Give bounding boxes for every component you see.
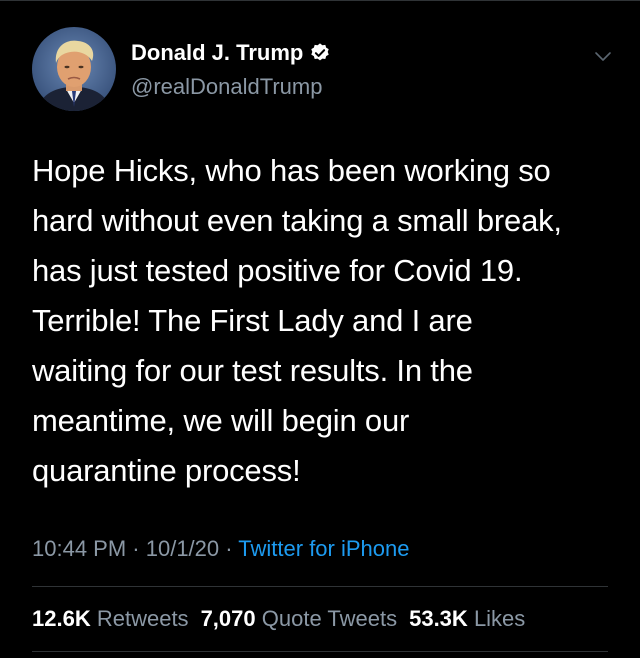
author-display-name[interactable]: Donald J. Trump: [131, 40, 303, 66]
quote-tweets-count: 7,070: [200, 606, 256, 631]
author-handle[interactable]: @realDonaldTrump: [131, 74, 322, 100]
tweet-text: Hope Hicks, who has been working so hard…: [32, 146, 622, 496]
tweet-time[interactable]: 10:44 PM: [32, 536, 126, 561]
stats-bottom-divider: [32, 651, 608, 652]
tweet-date[interactable]: 10/1/20: [146, 536, 219, 561]
retweets-label: Retweets: [96, 606, 189, 631]
tweet-stats: 12.6K Retweets 7,070 Quote Tweets 53.3K …: [32, 606, 525, 632]
quote-tweets-label: Quote Tweets: [261, 606, 398, 631]
meta-separator: ·: [126, 536, 146, 561]
meta-separator: ·: [219, 536, 239, 561]
tweet-source-link[interactable]: Twitter for iPhone: [238, 536, 409, 561]
tweet-line: quarantine process!: [32, 453, 301, 488]
likes-count: 53.3K: [409, 606, 468, 631]
stats-top-divider: [32, 586, 608, 587]
avatar[interactable]: [32, 27, 116, 111]
tweet-line: has just tested positive for Covid 19.: [32, 253, 523, 288]
likes-label: Likes: [473, 606, 526, 631]
verified-badge-icon: [309, 42, 331, 64]
tweet-line: meantime, we will begin our: [32, 403, 410, 438]
tweet-line: hard without even taking a small break,: [32, 203, 562, 238]
tweet-line: waiting for our test results. In the: [32, 353, 473, 388]
tweet-line: Hope Hicks, who has been working so: [32, 153, 551, 188]
quote-tweets-stat[interactable]: 7,070 Quote Tweets: [201, 606, 398, 632]
likes-stat[interactable]: 53.3K Likes: [409, 606, 525, 632]
retweets-count: 12.6K: [32, 606, 91, 631]
tweet-meta: 10:44 PM · 10/1/20 · Twitter for iPhone: [32, 536, 409, 562]
author-name-row: Donald J. Trump: [131, 40, 331, 66]
chevron-down-icon[interactable]: [593, 47, 613, 67]
top-divider: [0, 0, 640, 1]
tweet-line: Terrible! The First Lady and I are: [32, 303, 473, 338]
retweets-stat[interactable]: 12.6K Retweets: [32, 606, 189, 632]
